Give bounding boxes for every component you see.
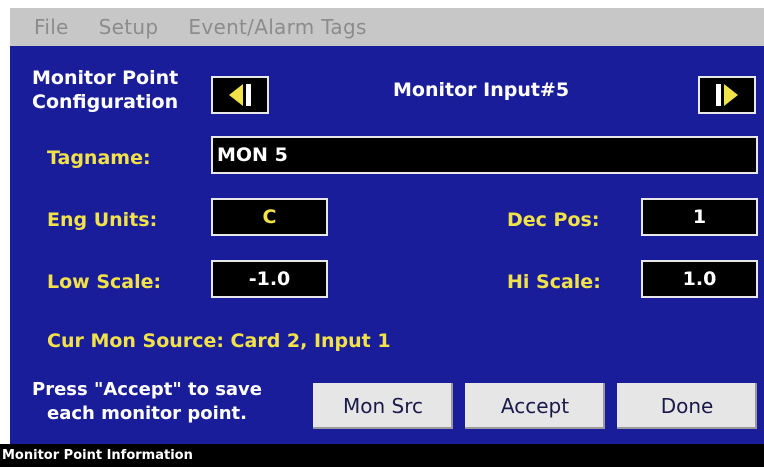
- current-input-label: Monitor Input#5: [393, 79, 570, 101]
- hint-line-2: each monitor point.: [47, 403, 248, 424]
- low-scale-value: -1.0: [248, 268, 291, 290]
- cur-mon-source: Cur Mon Source: Card 2, Input 1: [47, 330, 391, 352]
- hi-scale-field[interactable]: 1.0: [641, 260, 758, 298]
- accept-button[interactable]: Accept: [465, 383, 605, 429]
- page-title: Monitor Point Configuration: [32, 66, 178, 114]
- dec-pos-field[interactable]: 1: [641, 198, 758, 236]
- accept-hint: Press "Accept" to save each monitor poin…: [32, 378, 262, 426]
- eng-units-value: C: [262, 206, 277, 228]
- tagname-label: Tagname:: [47, 147, 151, 169]
- config-panel: Monitor Point Configuration Monitor Inpu…: [10, 46, 764, 444]
- status-bar: Monitor Point Information: [0, 444, 764, 467]
- mon-src-button[interactable]: Mon Src: [313, 383, 453, 429]
- low-scale-field[interactable]: -1.0: [211, 260, 328, 298]
- dec-pos-value: 1: [692, 206, 707, 228]
- hi-scale-value: 1.0: [682, 268, 717, 290]
- title-line-1: Monitor Point: [32, 67, 179, 89]
- menu-setup[interactable]: Setup: [99, 15, 159, 39]
- eng-units-label: Eng Units:: [47, 209, 158, 231]
- eng-units-field[interactable]: C: [211, 198, 328, 236]
- tagname-field[interactable]: MON 5: [211, 136, 758, 174]
- next-arrow-icon: [716, 84, 738, 106]
- title-line-2: Configuration: [32, 91, 179, 113]
- menu-file[interactable]: File: [34, 15, 69, 39]
- prev-arrow-icon: [229, 84, 251, 106]
- dec-pos-label: Dec Pos:: [507, 209, 600, 231]
- tagname-value: MON 5: [217, 144, 288, 166]
- hi-scale-label: Hi Scale:: [507, 271, 601, 293]
- hint-line-1: Press "Accept" to save: [32, 379, 263, 400]
- next-input-button[interactable]: [698, 76, 756, 114]
- screen: File Setup Event/Alarm Tags Monitor Poin…: [0, 0, 764, 467]
- menu-event-alarm-tags[interactable]: Event/Alarm Tags: [188, 15, 366, 39]
- prev-input-button[interactable]: [211, 76, 269, 114]
- done-button[interactable]: Done: [617, 383, 757, 429]
- low-scale-label: Low Scale:: [47, 271, 162, 293]
- menu-bar: File Setup Event/Alarm Tags: [10, 8, 764, 46]
